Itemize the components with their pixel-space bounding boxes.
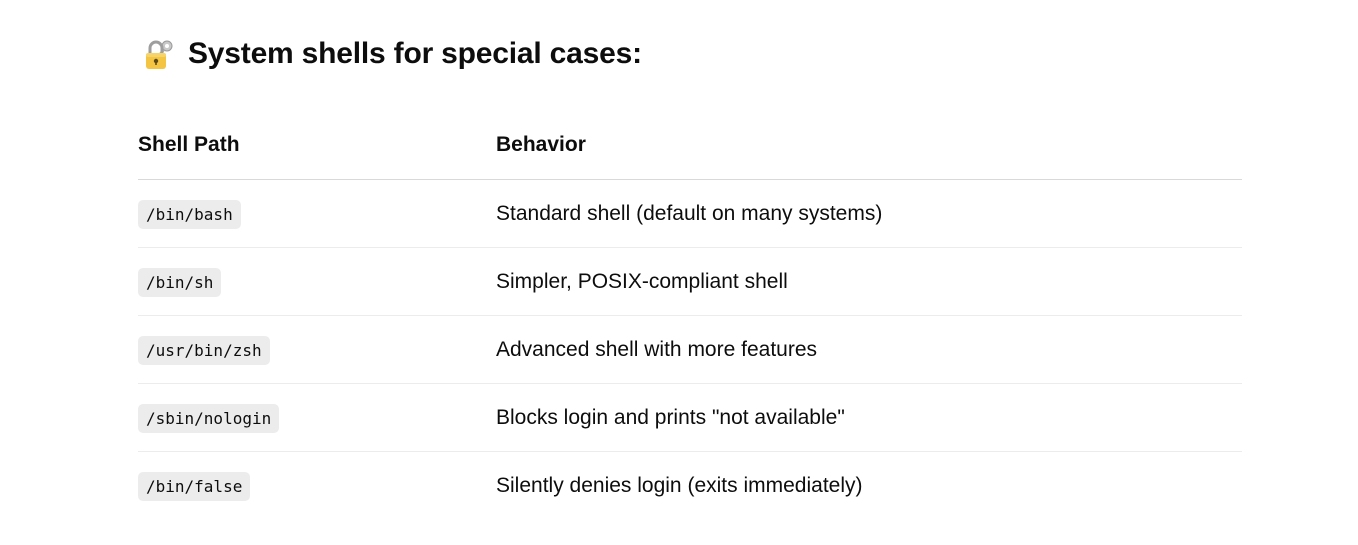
shell-path-code: /bin/bash xyxy=(138,199,241,229)
shell-path-code: /sbin/nologin xyxy=(138,403,280,433)
behavior-cell: Silently denies login (exits immediately… xyxy=(496,473,863,497)
shells-table: Shell Path Behavior /bin/bash Standard s… xyxy=(138,113,1242,519)
section-title: System shells for special cases: xyxy=(188,37,642,70)
behavior-cell: Standard shell (default on many systems) xyxy=(496,179,1242,248)
table-row: /bin/sh Simpler, POSIX-compliant shell xyxy=(138,247,1242,316)
column-header-shell-path: Shell Path xyxy=(138,113,496,180)
section-heading: System shells for special cases: xyxy=(138,27,1242,81)
behavior-cell: Blocks login and prints "not available" xyxy=(496,383,1242,452)
content: System shells for special cases: Shell P… xyxy=(138,0,1242,519)
behavior-cell: Advanced shell with more features xyxy=(496,315,1242,384)
shell-path-code: /bin/sh xyxy=(138,267,222,297)
shell-path-code: /usr/bin/zsh xyxy=(138,335,270,365)
table-row: /sbin/nologin Blocks login and prints "n… xyxy=(138,383,1242,452)
shell-path-code: /bin/false xyxy=(138,471,251,501)
shell-path-cell: /sbin/nologin xyxy=(138,383,496,452)
shell-path-cell: /bin/false xyxy=(138,452,496,520)
lock-with-key-icon xyxy=(142,37,176,71)
table-row: /bin/false Silently denies login (exits … xyxy=(138,452,1242,520)
table-row: /bin/bash Standard shell (default on man… xyxy=(138,179,1242,248)
column-header-behavior: Behavior xyxy=(496,113,1242,180)
table-row: /usr/bin/zsh Advanced shell with more fe… xyxy=(138,315,1242,384)
shell-path-cell: /bin/sh xyxy=(138,247,496,316)
shell-path-cell: /usr/bin/zsh xyxy=(138,315,496,384)
behavior-cell: Simpler, POSIX-compliant shell xyxy=(496,247,1242,316)
table-header-row: Shell Path Behavior xyxy=(138,113,1242,180)
shell-path-cell: /bin/bash xyxy=(138,179,496,248)
